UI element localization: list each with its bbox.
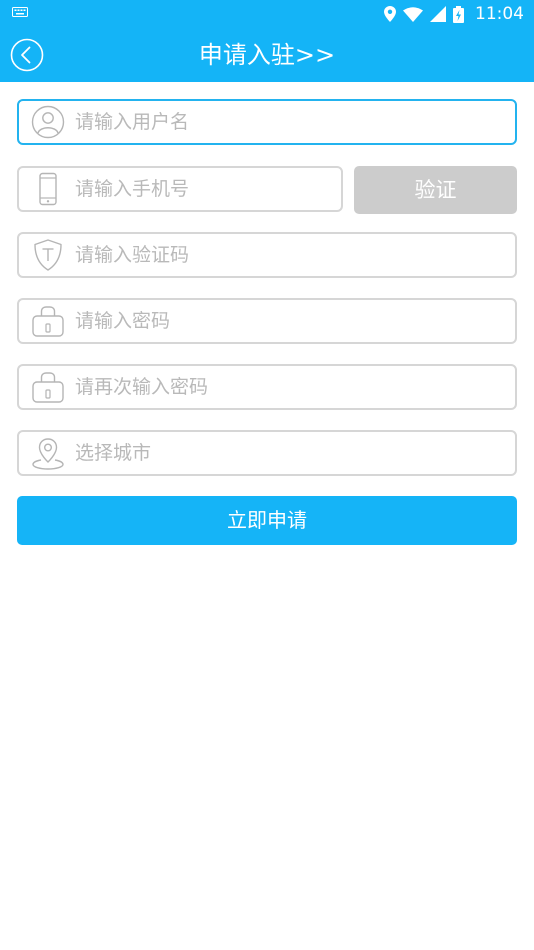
- status-icons: 11:04: [384, 3, 524, 25]
- status-bar: 11:04: [0, 0, 534, 28]
- user-icon: [31, 105, 65, 139]
- phone-icon: [39, 172, 57, 206]
- shield-icon: [34, 239, 62, 271]
- code-field[interactable]: [17, 232, 517, 278]
- app-bar: 申请入驻>>: [0, 28, 534, 82]
- password-input[interactable]: [75, 300, 505, 342]
- page-title: 申请入驻>>: [198, 41, 336, 69]
- username-input[interactable]: [75, 101, 505, 143]
- lock-icon: [32, 306, 64, 337]
- username-field[interactable]: [17, 99, 517, 145]
- signal-icon: [430, 6, 446, 22]
- battery-icon: [453, 5, 464, 23]
- status-time: 11:04: [475, 4, 524, 24]
- location-icon: [384, 6, 396, 22]
- wifi-icon: [403, 6, 423, 22]
- code-input[interactable]: [75, 234, 505, 276]
- city-field[interactable]: [17, 430, 517, 476]
- keyboard-icon: [12, 7, 28, 17]
- password-field[interactable]: [17, 298, 517, 344]
- lock-icon: [32, 372, 64, 403]
- submit-button[interactable]: 立即申请: [17, 496, 517, 545]
- phone-field[interactable]: [17, 166, 343, 212]
- confirm-password-field[interactable]: [17, 364, 517, 410]
- confirm-password-input[interactable]: [75, 366, 505, 408]
- city-input[interactable]: [75, 432, 505, 474]
- verify-button[interactable]: 验证: [354, 166, 517, 214]
- phone-input[interactable]: [75, 168, 331, 210]
- location-pin-icon: [32, 438, 64, 470]
